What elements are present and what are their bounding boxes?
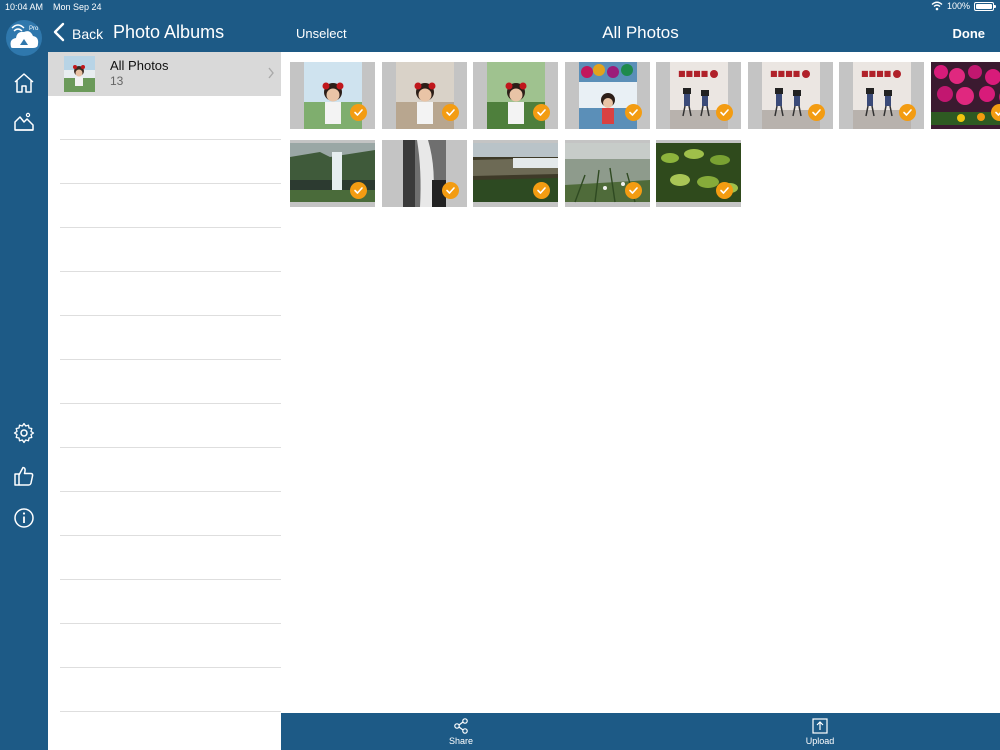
list-separator (60, 271, 281, 272)
checkmark-icon (624, 104, 642, 121)
status-right: 100% (931, 1, 996, 11)
side-rail: Pro (0, 15, 48, 750)
photo-tile[interactable] (290, 140, 375, 207)
app-root: 10:04 AM Mon Sep 24 100% Pro Back Photo … (0, 0, 1000, 750)
checkmark-icon (716, 182, 733, 199)
settings-icon[interactable] (12, 421, 36, 445)
list-separator (60, 447, 281, 448)
share-button[interactable]: Share (421, 717, 501, 746)
album-name: All Photos (110, 58, 169, 73)
checkmark-icon (533, 182, 550, 199)
album-thumbnail (64, 56, 95, 92)
photo-tile[interactable]: ■■■■ (839, 62, 924, 129)
list-separator (60, 227, 281, 228)
album-row-all-photos[interactable]: All Photos 13 (48, 52, 281, 96)
back-button[interactable]: Back (52, 21, 103, 43)
battery-icon (974, 1, 996, 11)
status-bar: 10:04 AM Mon Sep 24 100% (0, 0, 1000, 15)
page-title: All Photos (602, 23, 679, 42)
list-separator (60, 359, 281, 360)
list-separator (60, 139, 281, 140)
list-separator (60, 183, 281, 184)
list-separator (60, 403, 281, 404)
checkmark-icon (807, 104, 825, 121)
checkmark-icon (441, 182, 459, 199)
photo-tile[interactable] (473, 62, 558, 129)
photo-tile[interactable]: ■■■■ (656, 62, 741, 129)
photo-tile[interactable] (656, 140, 741, 207)
wifi-icon (931, 1, 943, 11)
checkmark-icon (624, 182, 642, 199)
checkmark-icon (441, 104, 459, 121)
checkmark-icon (899, 104, 916, 121)
svg-text:■■■■: ■■■■ (770, 69, 800, 78)
info-icon[interactable] (12, 506, 36, 530)
photo-tile[interactable]: ■■■■ (747, 62, 833, 129)
gallery-icon[interactable] (12, 110, 36, 134)
bottom-toolbar: Share Upload (281, 713, 1000, 750)
list-separator (60, 579, 281, 580)
svg-text:■■■■: ■■■■ (861, 69, 891, 78)
photo-tile[interactable] (930, 62, 1000, 129)
photo-grid: ■■■■ ■■■■ ■■■■ (281, 52, 1000, 713)
photo-tile[interactable] (381, 140, 467, 207)
photo-thumbnail (930, 62, 1000, 129)
photo-tile[interactable] (381, 62, 467, 129)
list-separator (60, 623, 281, 624)
album-count: 13 (110, 74, 124, 88)
pro-badge: Pro (29, 26, 39, 32)
list-separator (60, 535, 281, 536)
svg-text:■■■■: ■■■■ (678, 69, 708, 78)
battery-percent: 100% (946, 1, 970, 11)
checkmark-icon (350, 182, 367, 199)
albums-list: All Photos 13 (48, 52, 281, 750)
chevron-right-icon (268, 67, 274, 79)
done-button[interactable]: Done (953, 26, 986, 41)
list-separator (60, 491, 281, 492)
main-header: Unselect All Photos Done (281, 15, 1000, 52)
status-time: 10:04 AM (5, 2, 44, 12)
list-separator (60, 315, 281, 316)
checkmark-icon (716, 104, 733, 121)
list-separator (60, 667, 281, 668)
photo-tile[interactable] (564, 62, 650, 129)
checkmark-icon (350, 104, 367, 121)
albums-header: Back Photo Albums (48, 15, 281, 52)
chevron-left-icon (53, 22, 65, 42)
share-label: Share (448, 736, 474, 746)
photo-tile[interactable] (564, 140, 650, 207)
home-icon[interactable] (12, 71, 36, 95)
status-date: Mon Sep 24 (53, 2, 102, 12)
app-logo-icon[interactable]: Pro (5, 19, 43, 57)
albums-title: Photo Albums (113, 22, 225, 42)
upload-button[interactable]: Upload (780, 717, 860, 746)
share-icon (454, 718, 468, 734)
upload-icon (812, 718, 828, 734)
upload-label: Upload (805, 736, 835, 746)
checkmark-icon (533, 104, 550, 121)
photo-tile[interactable] (473, 140, 558, 207)
list-separator (60, 711, 281, 712)
like-icon[interactable] (12, 464, 36, 488)
back-label: Back (72, 25, 104, 42)
photo-tile[interactable] (290, 62, 375, 129)
